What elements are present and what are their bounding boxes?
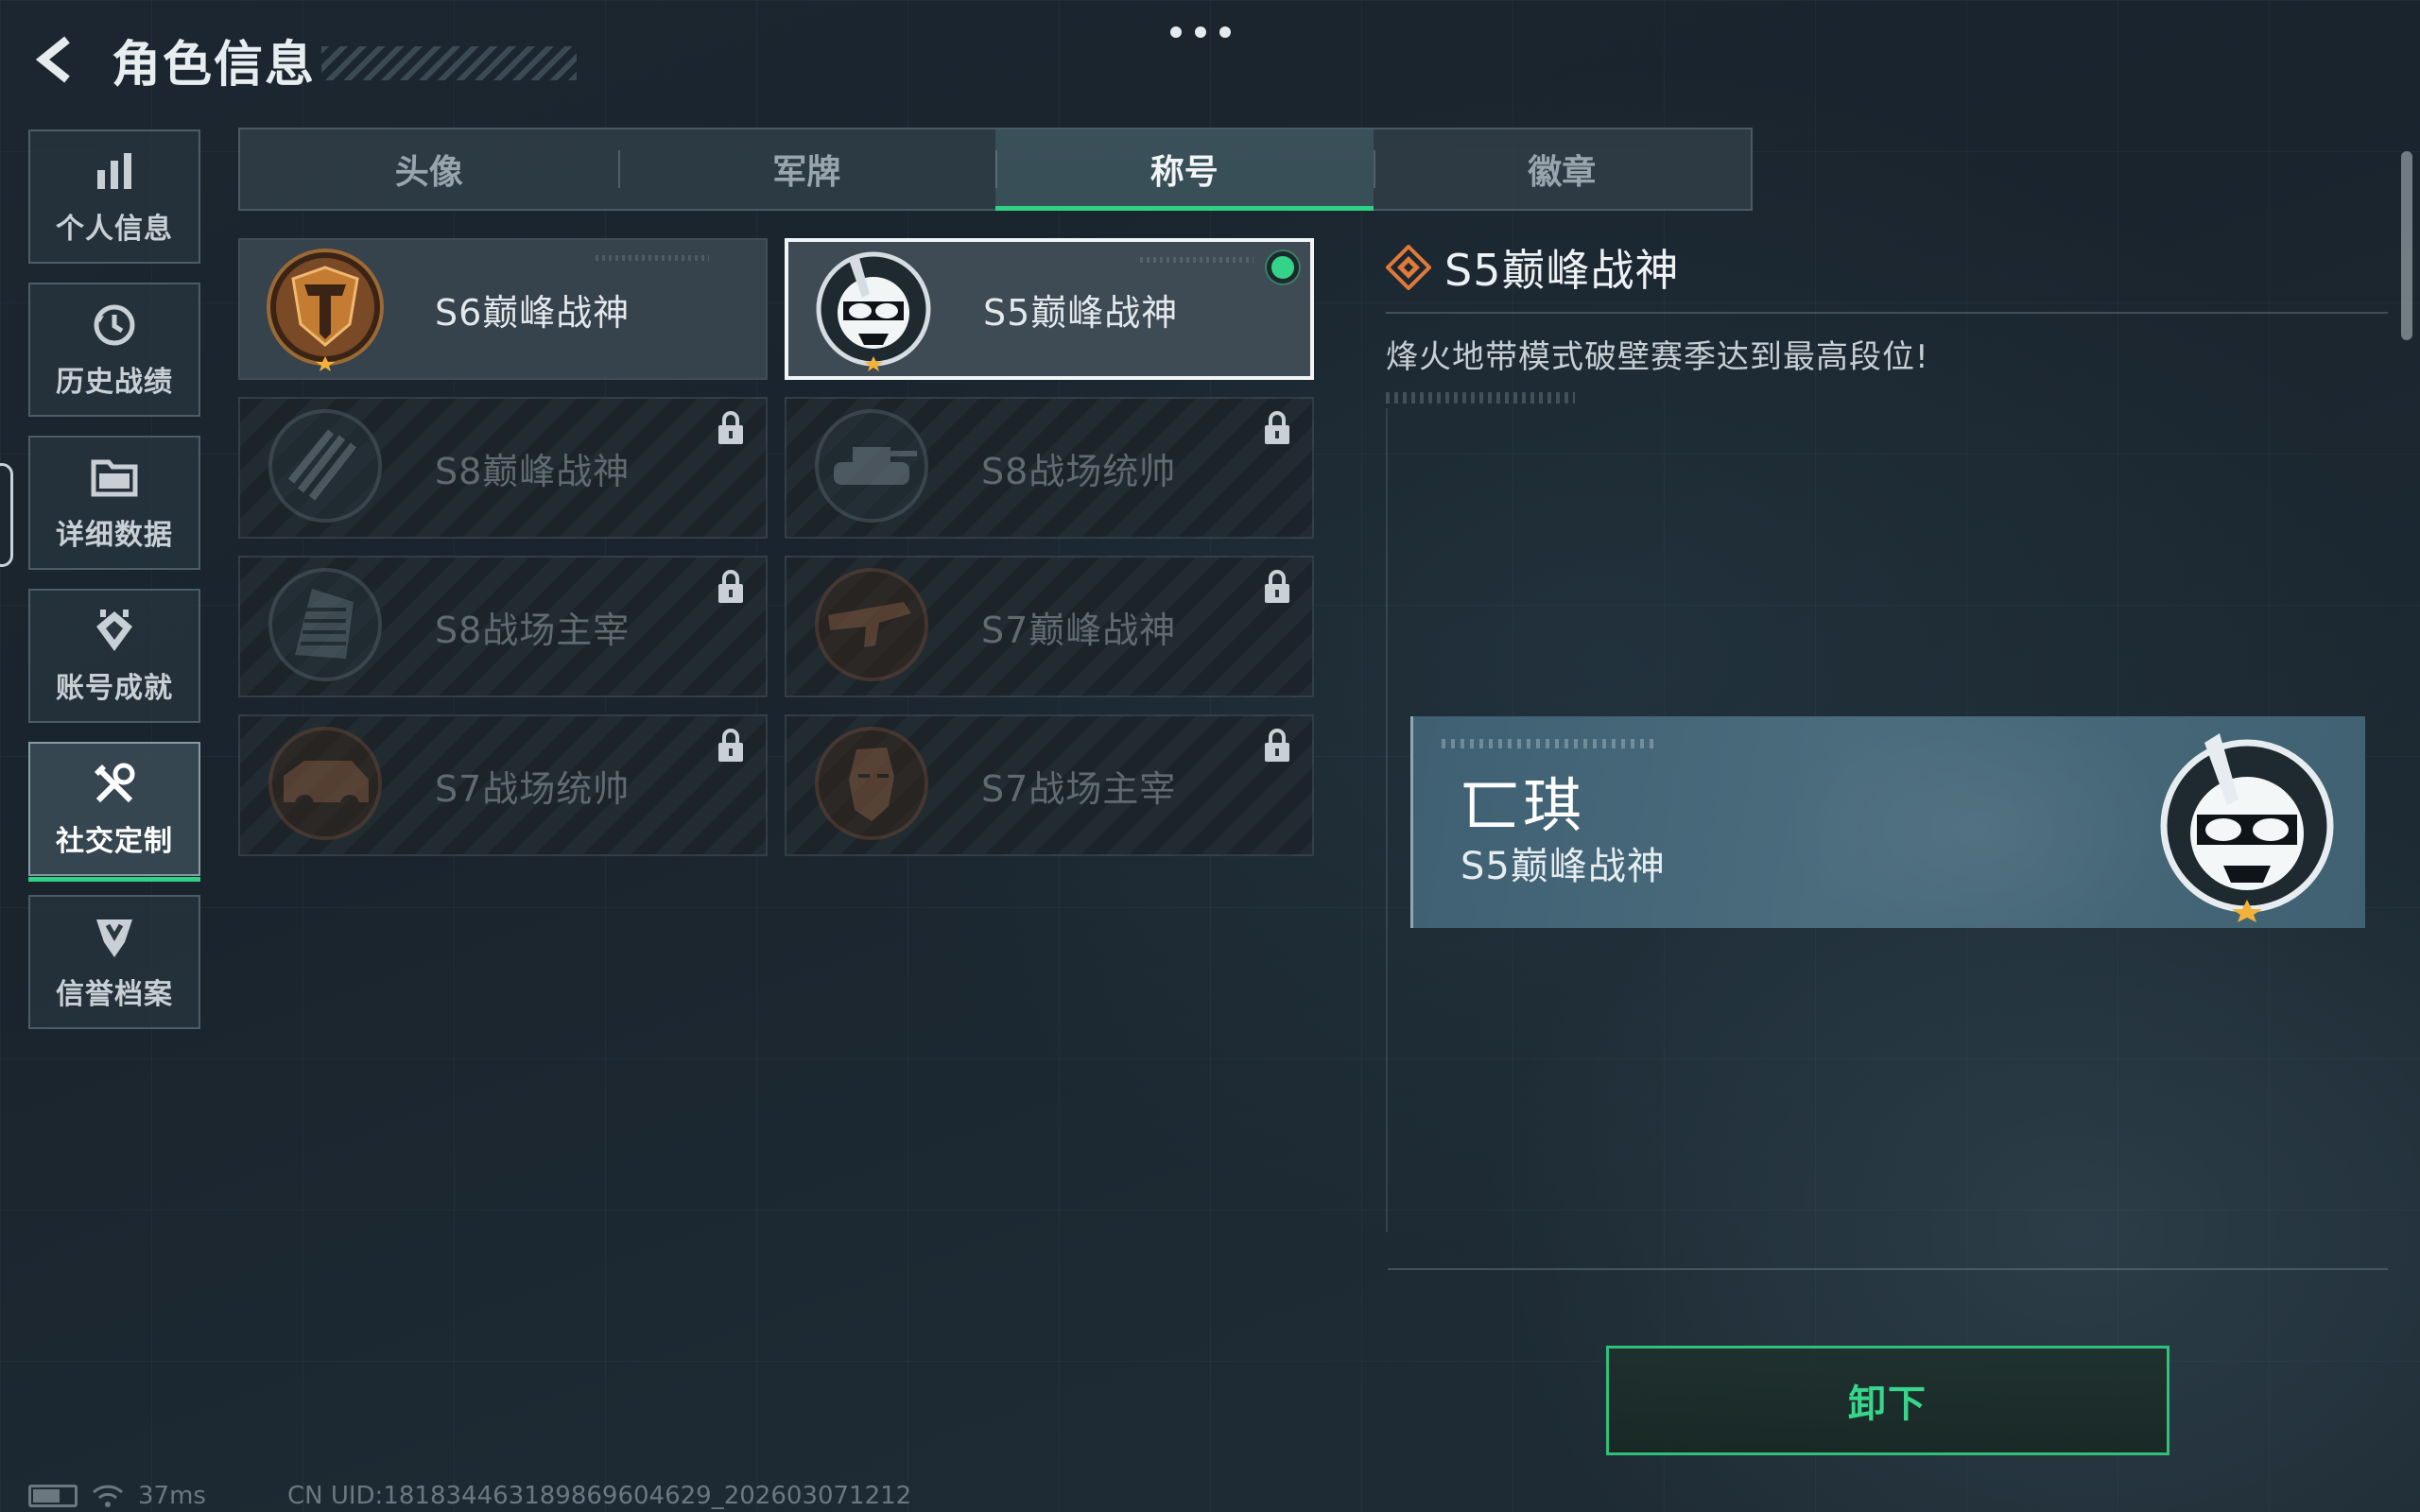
ping-value: 37ms xyxy=(138,1482,206,1510)
title-detail: S5巅峰战神 烽火地带模式破壁赛季达到最高段位! xyxy=(1386,236,2388,404)
title-grid: S6巅峰战神 S5巅峰战神 S8巅峰战神 S8战场统帅 S8战场主宰 S7巅峰战… xyxy=(238,238,1314,856)
back-arrow-icon xyxy=(35,36,70,83)
nameplate-code-decoration xyxy=(1442,739,1659,748)
sidebar-item-label: 历史战绩 xyxy=(56,366,173,399)
tools-icon xyxy=(89,759,140,810)
title-name: S6巅峰战神 xyxy=(435,291,631,334)
sidebar-item-credit[interactable]: 信誉档案 xyxy=(28,895,200,1029)
tower-medal-icon xyxy=(268,568,382,681)
battery-icon xyxy=(28,1485,78,1507)
lock-icon xyxy=(718,729,743,762)
sidebar: 个人信息 历史战绩 详细数据 账号成就 社交定制 信誉档案 xyxy=(28,129,200,1048)
history-clock-icon xyxy=(89,300,140,351)
page-title: 角色信息 xyxy=(112,36,317,94)
sidebar-item-details[interactable]: 详细数据 xyxy=(28,436,200,570)
tab-badge[interactable]: 徽章 xyxy=(1373,129,1752,209)
gold-shield-medal-icon xyxy=(267,249,384,371)
title-name: S8战场主宰 xyxy=(435,609,631,651)
detail-header: S5巅峰战神 xyxy=(1386,236,2388,314)
tab-avatar[interactable]: 头像 xyxy=(240,129,618,209)
wifi-icon xyxy=(92,1485,124,1507)
detail-title: S5巅峰战神 xyxy=(1444,245,1680,296)
slash-emblem-medal-icon xyxy=(268,409,382,523)
sidebar-item-label: 社交定制 xyxy=(56,825,173,858)
rifle-medal-icon xyxy=(815,568,928,681)
sidebar-item-achievements[interactable]: 账号成就 xyxy=(28,589,200,723)
title-name: S7战场统帅 xyxy=(435,767,631,810)
scrollbar[interactable] xyxy=(2401,151,2412,340)
title-card-locked[interactable]: S8战场主宰 xyxy=(238,556,768,697)
lock-icon xyxy=(1265,570,1289,603)
detail-code-decoration xyxy=(1386,392,1575,404)
title-card-locked[interactable]: S7战场统帅 xyxy=(238,714,768,856)
lock-icon xyxy=(1265,729,1289,762)
bar-chart-icon xyxy=(89,146,140,198)
diver-skull-medal-icon xyxy=(2160,733,2334,922)
sidebar-item-label: 账号成就 xyxy=(56,672,173,705)
title-card-locked[interactable]: S8巅峰战神 xyxy=(238,397,768,539)
player-name: 匸琪 xyxy=(1461,771,1586,840)
nameplate-preview: 匸琪 S5巅峰战神 xyxy=(1410,716,2365,928)
title-name: S7巅峰战神 xyxy=(981,609,1177,651)
title-name: S5巅峰战神 xyxy=(983,291,1179,334)
nameplate-title: S5巅峰战神 xyxy=(1461,845,1666,888)
back-button[interactable] xyxy=(28,31,85,88)
lock-icon xyxy=(718,570,743,603)
title-card-locked[interactable]: S8战场统帅 xyxy=(785,397,1314,539)
title-card-equipped[interactable]: S5巅峰战神 xyxy=(785,238,1314,380)
title-name: S7战场主宰 xyxy=(981,767,1177,810)
edge-handle[interactable] xyxy=(0,463,13,567)
category-tabs: 头像 军牌 称号 徽章 xyxy=(238,128,1753,211)
uid-text: CN UID:181834463189869604629_20260307121… xyxy=(286,1482,912,1510)
title-card-locked[interactable]: S7战场主宰 xyxy=(785,714,1314,856)
sidebar-item-label: 个人信息 xyxy=(56,213,173,246)
lock-icon xyxy=(718,411,743,444)
title-decoration xyxy=(321,46,578,80)
sidebar-item-social-custom[interactable]: 社交定制 xyxy=(28,742,200,882)
armored-car-medal-icon xyxy=(268,727,382,840)
card-decoration xyxy=(596,255,709,261)
credit-shield-icon xyxy=(89,912,140,963)
title-card[interactable]: S6巅峰战神 xyxy=(238,238,768,380)
equipped-indicator xyxy=(1267,251,1299,284)
more-options-button[interactable] xyxy=(1170,26,1231,38)
header: 角色信息 xyxy=(28,26,578,94)
lock-icon xyxy=(1265,411,1289,444)
unequip-label: 卸下 xyxy=(1848,1383,1927,1426)
folder-icon xyxy=(89,453,140,504)
sidebar-item-label: 详细数据 xyxy=(56,519,173,552)
sidebar-item-history[interactable]: 历史战绩 xyxy=(28,283,200,417)
orange-diamond-icon xyxy=(1386,245,1431,290)
status-bar: 37ms CN UID:181834463189869604629_202603… xyxy=(28,1480,911,1512)
diver-skull-medal-icon xyxy=(816,251,931,371)
detail-description: 烽火地带模式破壁赛季达到最高段位! xyxy=(1386,338,1929,376)
tab-title[interactable]: 称号 xyxy=(995,129,1374,211)
title-name: S8巅峰战神 xyxy=(435,450,631,492)
tank-medal-icon xyxy=(815,409,928,523)
sidebar-item-label: 信誉档案 xyxy=(56,978,173,1011)
title-name: S8战场统帅 xyxy=(981,450,1177,492)
soldier-portrait-medal-icon xyxy=(815,727,928,840)
unequip-button[interactable]: 卸下 xyxy=(1606,1346,2169,1455)
card-decoration xyxy=(1140,257,1253,263)
title-card-locked[interactable]: S7巅峰战神 xyxy=(785,556,1314,697)
sidebar-item-personal-info[interactable]: 个人信息 xyxy=(28,129,200,264)
achievement-icon xyxy=(89,606,140,657)
tab-dogtag[interactable]: 军牌 xyxy=(617,129,996,209)
